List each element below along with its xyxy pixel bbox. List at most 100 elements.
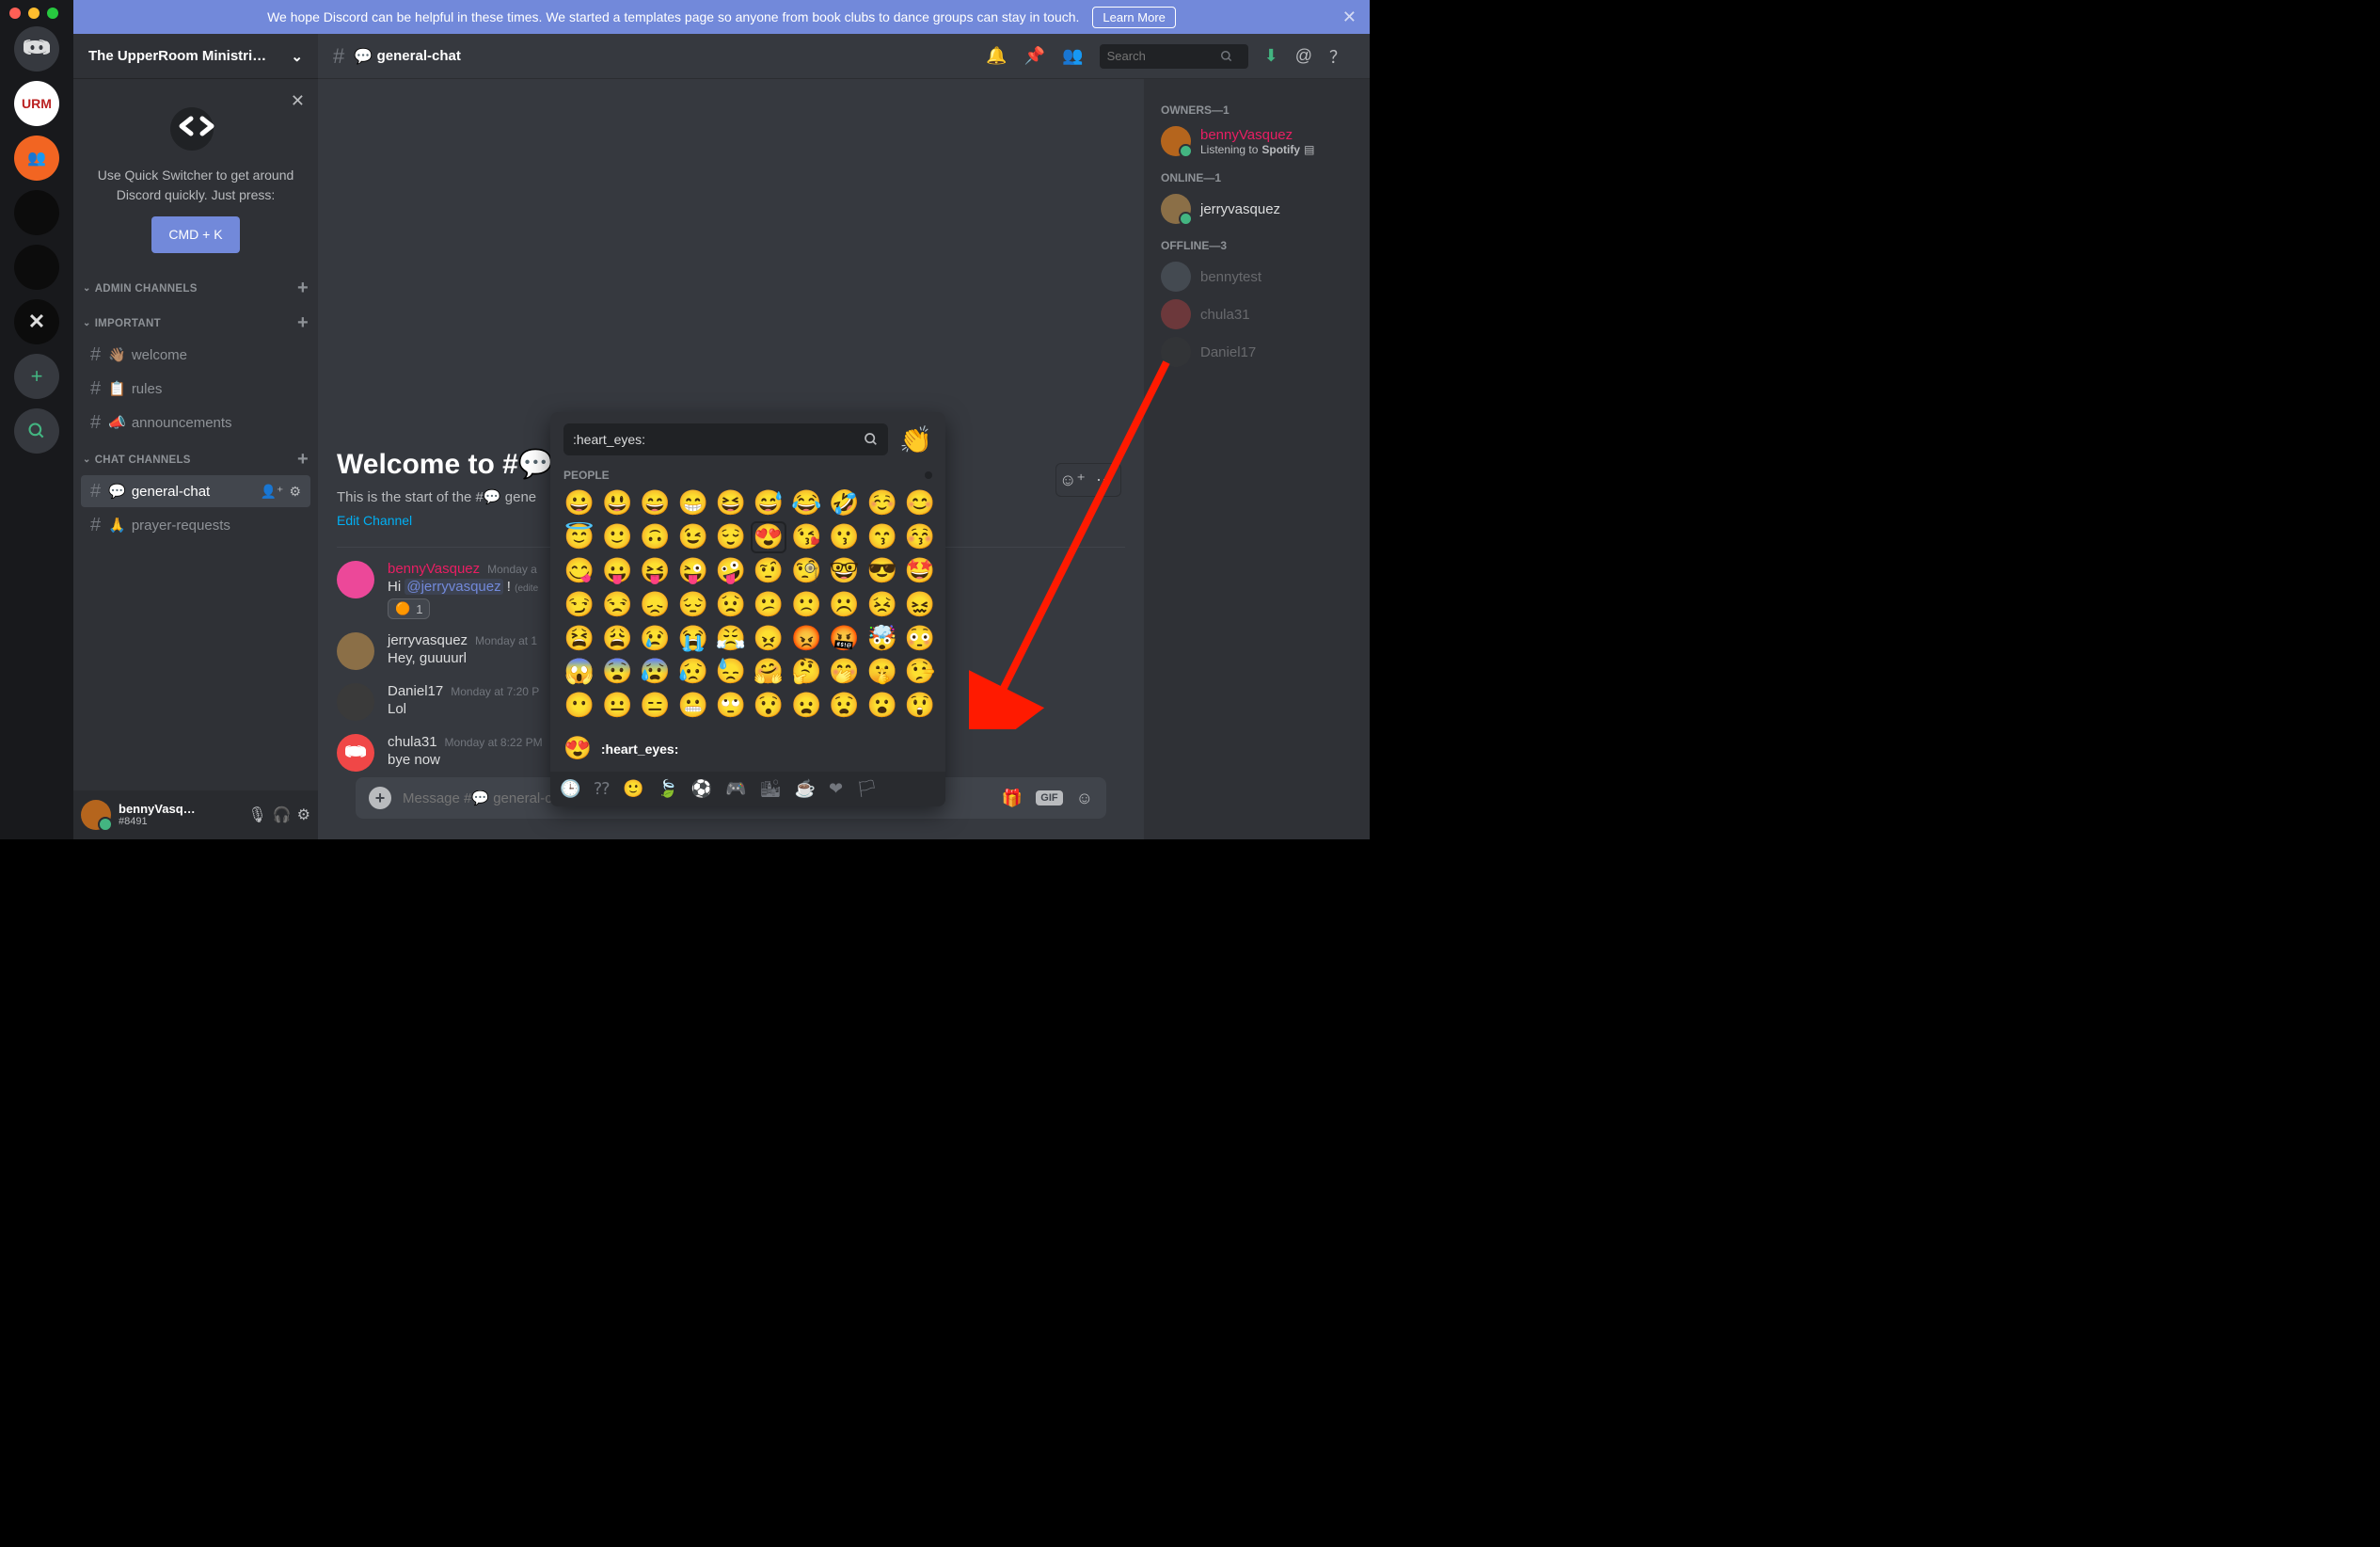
emoji-cell[interactable]: 😥: [677, 658, 709, 686]
emoji-cell[interactable]: 🤨: [753, 557, 785, 585]
emoji-cell[interactable]: 😂: [790, 489, 822, 518]
emoji-cell[interactable]: 🤣: [828, 489, 860, 518]
channel-announcements[interactable]: #📣announcements: [81, 407, 310, 439]
emoji-cell[interactable]: 🤔: [790, 658, 822, 686]
avatar[interactable]: [337, 683, 374, 721]
emoji-cell[interactable]: 🧐: [790, 557, 822, 585]
member-bennytest[interactable]: bennytest: [1153, 258, 1360, 295]
server-3[interactable]: [14, 190, 59, 235]
emoji-cell[interactable]: 😇: [563, 523, 595, 551]
emoji-cell[interactable]: 😠: [753, 625, 785, 653]
channel-general-chat[interactable]: #💬general-chat👤⁺⚙: [81, 475, 310, 507]
emoji-category[interactable]: ⁇: [594, 779, 610, 799]
close-icon[interactable]: ✕: [291, 88, 305, 114]
emoji-category[interactable]: ☕: [795, 779, 816, 799]
emoji-cell[interactable]: 🙃: [639, 523, 671, 551]
add-channel-icon[interactable]: +: [297, 312, 309, 334]
guild-header[interactable]: The UpperRoom Ministri… ⌄: [73, 34, 318, 79]
edit-channel-link[interactable]: Edit Channel: [337, 513, 412, 528]
emoji-cell[interactable]: 😰: [639, 658, 671, 686]
emoji-cell[interactable]: 😫: [563, 625, 595, 653]
emoji-cell[interactable]: 😍: [753, 523, 785, 551]
mute-icon[interactable]: 🎙: [247, 805, 266, 824]
channel-rules[interactable]: #📋rules: [81, 373, 310, 405]
avatar[interactable]: [337, 734, 374, 772]
learn-more-button[interactable]: Learn More: [1092, 7, 1175, 28]
category-important[interactable]: ⌄ IMPORTANT +: [73, 303, 318, 338]
emoji-cell[interactable]: 🤬: [828, 625, 860, 653]
help-icon[interactable]: ？: [1329, 44, 1346, 69]
emoji-cell[interactable]: 😝: [639, 557, 671, 585]
member-jerryvasquez[interactable]: jerryvasquez: [1153, 190, 1360, 228]
emoji-cell[interactable]: 😐: [601, 692, 633, 720]
category-admin[interactable]: ⌄ ADMIN CHANNELS +: [73, 268, 318, 303]
emoji-cell[interactable]: 🙁: [790, 591, 822, 619]
emoji-category[interactable]: ❤: [829, 779, 843, 799]
emoji-cell[interactable]: 😳: [904, 625, 936, 653]
emoji-cell[interactable]: 😱: [563, 658, 595, 686]
emoji-category[interactable]: 🍃: [657, 779, 677, 799]
emoji-cell[interactable]: 🤥: [904, 658, 936, 686]
emoji-cell[interactable]: ☺️: [866, 489, 898, 518]
search-input[interactable]: [1107, 49, 1220, 63]
window-controls[interactable]: [9, 8, 58, 19]
emoji-category[interactable]: 🕒: [560, 779, 580, 799]
emoji-cell[interactable]: 🤫: [866, 658, 898, 686]
emoji-cell[interactable]: 🙂: [601, 523, 633, 551]
notifications-icon[interactable]: 🔔: [986, 46, 1007, 66]
emoji-cell[interactable]: 😭: [677, 625, 709, 653]
server-4[interactable]: [14, 245, 59, 290]
emoji-cell[interactable]: 🙄: [715, 692, 747, 720]
emoji-cell[interactable]: 😁: [677, 489, 709, 518]
author[interactable]: chula31: [388, 734, 437, 750]
emoji-preview-large[interactable]: 👏: [899, 424, 932, 455]
emoji-cell[interactable]: 😅: [753, 489, 785, 518]
add-reaction-button[interactable]: ☺⁺: [1056, 464, 1088, 496]
emoji-category[interactable]: 🙂: [623, 779, 643, 799]
emoji-cell[interactable]: 😛: [601, 557, 633, 585]
add-channel-icon[interactable]: +: [297, 449, 309, 470]
emoji-cell[interactable]: 😊: [904, 489, 936, 518]
dismiss-banner-icon[interactable]: ✕: [1342, 8, 1357, 27]
emoji-cell[interactable]: ☹️: [828, 591, 860, 619]
server-urm[interactable]: URM: [14, 81, 59, 126]
download-icon[interactable]: ⬇: [1264, 46, 1278, 66]
emoji-cell[interactable]: 😎: [866, 557, 898, 585]
user-settings-icon[interactable]: ⚙: [297, 805, 310, 824]
emoji-cell[interactable]: 😚: [904, 523, 936, 551]
emoji-cell[interactable]: 😯: [753, 692, 785, 720]
author[interactable]: bennyVasquez: [388, 561, 480, 577]
emoji-cell[interactable]: 😑: [639, 692, 671, 720]
mention[interactable]: @jerryvasquez: [405, 579, 502, 595]
server-5[interactable]: ✕: [14, 299, 59, 344]
close-window-icon[interactable]: [9, 8, 21, 19]
emoji-cell[interactable]: 😔: [677, 591, 709, 619]
explore-servers-button[interactable]: [14, 408, 59, 454]
emoji-category[interactable]: ⚽: [691, 779, 712, 799]
channel-welcome[interactable]: #👋🏽welcome: [81, 339, 310, 371]
emoji-cell[interactable]: 😩: [601, 625, 633, 653]
emoji-cell[interactable]: 😕: [753, 591, 785, 619]
pinned-icon[interactable]: 📌: [1024, 46, 1045, 66]
emoji-category[interactable]: 🏙: [760, 779, 782, 799]
emoji-cell[interactable]: 😨: [601, 658, 633, 686]
emoji-cell[interactable]: 😙: [866, 523, 898, 551]
deafen-icon[interactable]: 🎧: [273, 805, 292, 824]
emoji-cell[interactable]: 🤪: [715, 557, 747, 585]
channel-prayer-requests[interactable]: #🙏prayer-requests: [81, 509, 310, 541]
emoji-cell[interactable]: 😃: [601, 489, 633, 518]
emoji-cell[interactable]: 😬: [677, 692, 709, 720]
emoji-category[interactable]: 🎮: [725, 779, 746, 799]
emoji-cell[interactable]: 🤗: [753, 658, 785, 686]
emoji-cell[interactable]: 😟: [715, 591, 747, 619]
member-bennyvasquez[interactable]: bennyVasquez Listening to Spotify ▤: [1153, 122, 1360, 160]
member-daniel17[interactable]: Daniel17: [1153, 333, 1360, 371]
emoji-cell[interactable]: 😀: [563, 489, 595, 518]
emoji-cell[interactable]: 😤: [715, 625, 747, 653]
emoji-picker[interactable]: :heart_eyes: 👏 PEOPLE 😀😃😄😁😆😅😂🤣☺️😊😇🙂🙃😉😌😍😘…: [550, 412, 945, 806]
add-server-button[interactable]: +: [14, 354, 59, 399]
settings-icon[interactable]: ⚙: [289, 484, 301, 500]
category-chat[interactable]: ⌄ CHAT CHANNELS +: [73, 439, 318, 474]
emoji-cell[interactable]: 😦: [790, 692, 822, 720]
search-box[interactable]: [1100, 44, 1248, 69]
